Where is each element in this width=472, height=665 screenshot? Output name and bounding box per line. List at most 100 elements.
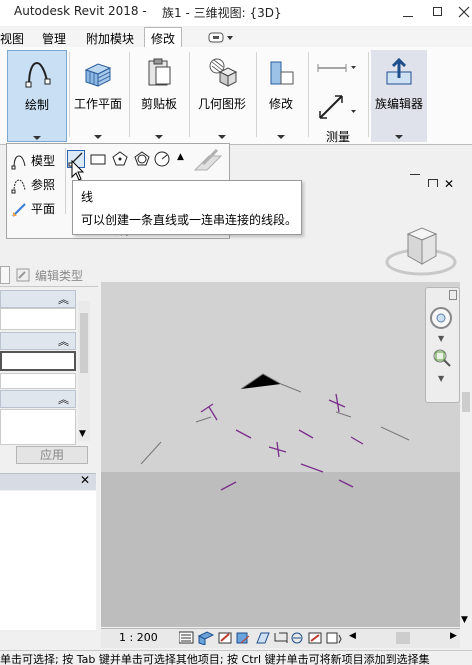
close-icon[interactable] xyxy=(449,290,457,300)
tab-manage[interactable]: 管理 xyxy=(42,30,66,47)
measure-icon xyxy=(319,95,356,119)
property-value-field[interactable] xyxy=(0,351,76,371)
draw-label: 绘制 xyxy=(24,98,49,112)
clipboard-icon xyxy=(148,58,171,86)
geometry-button[interactable]: 几何图形 xyxy=(191,50,253,142)
tab-modify[interactable]: 修改 xyxy=(144,27,183,47)
properties-icon xyxy=(0,266,10,284)
steering-wheel-icon[interactable] xyxy=(429,306,455,332)
inscribed-polygon-icon[interactable] xyxy=(111,150,129,168)
workplane-button[interactable]: 工作平面 xyxy=(70,50,126,142)
property-group-header[interactable]: ︽ xyxy=(0,390,76,408)
reveal-hidden-icon xyxy=(308,632,322,644)
minimize-icon[interactable] xyxy=(410,174,420,175)
rectangle-tool-icon[interactable] xyxy=(89,150,107,168)
temporary-properties-icon xyxy=(326,632,342,644)
project-browser-tree[interactable] xyxy=(0,491,96,630)
detail-level-icon xyxy=(179,631,194,644)
scroll-up-icon[interactable]: ▲ xyxy=(177,152,184,162)
close-icon[interactable]: ✕ xyxy=(80,473,90,487)
property-row[interactable] xyxy=(0,373,76,389)
family-editor-icon xyxy=(386,57,412,85)
title-bar: Autodesk Revit 2018 - 族1 - 三维视图: {3D} xyxy=(0,0,472,26)
visual-style-icon xyxy=(197,631,215,645)
chevron-down-icon[interactable] xyxy=(218,135,226,139)
sun-path-icon xyxy=(218,632,232,644)
circle-tool-icon[interactable] xyxy=(153,150,171,168)
3d-viewport[interactable] xyxy=(101,282,460,627)
clipboard-label: 剪贴板 xyxy=(140,97,177,111)
draw-button[interactable]: 绘制 xyxy=(7,50,67,142)
workplane-label: 工作平面 xyxy=(73,97,122,111)
chevron-down-icon[interactable] xyxy=(395,135,403,139)
temporary-hide-icon xyxy=(291,632,303,644)
collapse-icon[interactable]: ︽ xyxy=(58,333,69,349)
model-line-icon xyxy=(11,154,26,169)
geometry-icon xyxy=(209,58,238,87)
property-group-header[interactable]: ︽ xyxy=(0,332,76,350)
tooltip-description: 可以创建一条直线或一连串连接的线段。 xyxy=(81,213,298,227)
draw-reference-line-item[interactable]: 参照 xyxy=(11,176,55,194)
tab-addins[interactable]: 附加模块 xyxy=(86,30,134,47)
property-row[interactable] xyxy=(0,308,76,330)
chevron-down-icon[interactable] xyxy=(155,135,163,139)
zoom-region-icon[interactable] xyxy=(432,348,454,370)
chevron-down-icon[interactable]: ▼ xyxy=(79,429,86,439)
crop-view-icon xyxy=(274,632,288,643)
clipboard-button[interactable]: 剪贴板 xyxy=(132,50,186,142)
viewcube-icon xyxy=(385,227,457,276)
scroll-left-icon[interactable]: ◀ xyxy=(349,631,356,641)
chevron-down-icon[interactable]: ▼ xyxy=(438,334,444,343)
horizontal-scroll-thumb[interactable] xyxy=(396,632,410,644)
reference-label: 参照 xyxy=(31,178,56,192)
shadows-icon xyxy=(236,632,250,644)
collapse-icon[interactable]: ︽ xyxy=(58,391,69,407)
modify-icon xyxy=(270,61,294,85)
aligned-dimension-icon xyxy=(317,64,356,72)
properties-scrollbar[interactable]: ▼ xyxy=(78,301,90,441)
apply-button[interactable]: 应用 xyxy=(16,446,88,464)
plane-label: 平面 xyxy=(31,202,56,216)
status-text: 单击可选择; 按 Tab 键并单击可选择其他项目; 按 Ctrl 键并单击可将新… xyxy=(0,653,430,665)
family-editor-button[interactable]: 族编辑器 xyxy=(371,50,427,142)
view-control-icons xyxy=(179,631,342,645)
project-browser-header: ✕ xyxy=(0,473,96,490)
draw-model-line-item[interactable]: 模型 xyxy=(11,152,55,170)
ribbon-toggle-icon[interactable] xyxy=(208,32,234,43)
chevron-down-icon[interactable]: ▼ xyxy=(461,615,468,625)
modify-button[interactable]: 修改 xyxy=(258,50,304,142)
restore-icon[interactable] xyxy=(432,6,444,18)
properties-panel: 编辑类型 ︽ ︽ ︽ ▼ 应用 ✕ xyxy=(0,239,98,630)
minimize-icon[interactable] xyxy=(402,6,414,18)
pick-lines-icon xyxy=(193,148,223,171)
tab-view[interactable]: 视图 xyxy=(0,30,24,47)
edit-type-button[interactable]: 编辑类型 xyxy=(35,267,83,284)
document-title: 族1 - 三维视图: {3D} xyxy=(162,6,282,20)
model-label: 模型 xyxy=(31,154,56,168)
close-icon[interactable] xyxy=(458,6,470,18)
chevron-down-icon[interactable] xyxy=(94,135,102,139)
app-title: Autodesk Revit 2018 - xyxy=(14,4,147,18)
chevron-down-icon[interactable] xyxy=(33,136,41,140)
workplane-grid-icon xyxy=(84,63,112,87)
measure-button[interactable]: 测量 xyxy=(310,50,366,144)
family-editor-label: 族编辑器 xyxy=(374,97,423,111)
property-group-header[interactable]: ︽ xyxy=(0,290,76,308)
geometry-label: 几何图形 xyxy=(197,97,246,111)
chevron-down-icon[interactable] xyxy=(277,135,285,139)
property-row[interactable] xyxy=(0,409,76,445)
view-scale[interactable]: 1 : 200 xyxy=(119,631,158,644)
view-control-bar: 1 : 200 ◀ ▶ xyxy=(101,628,460,648)
draw-reference-plane-item[interactable]: 平面 xyxy=(11,200,55,218)
navigation-bar: ▼ ▼ xyxy=(425,287,460,403)
chevron-down-icon[interactable]: ▼ xyxy=(438,374,444,383)
reference-plane-icon xyxy=(12,202,26,217)
scroll-right-icon[interactable]: ▶ xyxy=(450,631,457,641)
view-vertical-scrollbar[interactable]: ▼ xyxy=(460,187,472,627)
collapse-icon[interactable]: ︽ xyxy=(58,291,69,307)
circumscribed-polygon-icon[interactable] xyxy=(133,150,151,168)
viewcube[interactable] xyxy=(384,222,458,278)
modify-label: 修改 xyxy=(268,97,293,111)
status-bar: 单击可选择; 按 Tab 键并单击可选择其他项目; 按 Ctrl 键并单击可将新… xyxy=(0,650,472,665)
tooltip: 线 可以创建一条直线或一连串连接的线段。 xyxy=(72,180,302,235)
